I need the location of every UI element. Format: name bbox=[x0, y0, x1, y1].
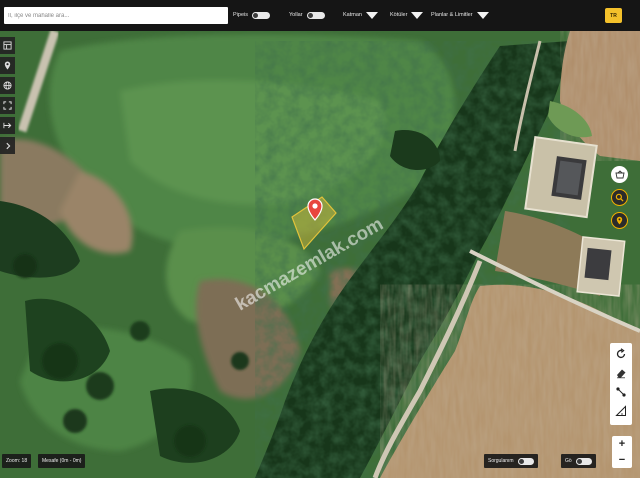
fullscreen-icon[interactable] bbox=[0, 97, 15, 114]
distance-label: Mesafe (0m - 0m) bbox=[42, 458, 82, 464]
rotate-icon[interactable] bbox=[615, 347, 627, 365]
gps-icon[interactable] bbox=[0, 57, 15, 74]
chevron-down-icon bbox=[476, 11, 489, 19]
query-toggle-chip[interactable]: Sorgulanım bbox=[484, 454, 538, 468]
view-toggle-label: Gö bbox=[565, 458, 572, 464]
view-toggle-chip[interactable]: Gö bbox=[561, 454, 596, 468]
ruler-icon[interactable] bbox=[615, 404, 627, 422]
query-toggle-label: Sorgulanım bbox=[488, 458, 514, 464]
language-button[interactable]: TR bbox=[605, 8, 622, 23]
dropdown-label: Katman bbox=[343, 12, 362, 18]
filter-label: Pipeis bbox=[233, 12, 248, 18]
chevron-down-icon bbox=[365, 11, 378, 19]
measure-icon[interactable] bbox=[615, 385, 627, 403]
map-canvas[interactable]: kacmazemlak.com bbox=[0, 31, 640, 478]
zoom-level-badge: Zoom: 18 bbox=[2, 454, 32, 468]
search-input[interactable] bbox=[4, 7, 228, 24]
globe-icon[interactable] bbox=[0, 77, 15, 94]
building-compound bbox=[524, 136, 598, 219]
filter-toggle[interactable] bbox=[251, 11, 270, 19]
left-toolbar bbox=[0, 37, 16, 154]
draw-toolbar bbox=[610, 343, 632, 425]
zoom-level-label: Zoom: 18 bbox=[6, 458, 28, 464]
dropdown-layer[interactable]: Katman bbox=[343, 10, 378, 20]
dropdown-label: Kötüler bbox=[390, 12, 408, 18]
dropdown-plans[interactable]: Planlar & Limitler bbox=[431, 10, 489, 20]
location-pin-icon[interactable] bbox=[611, 212, 628, 229]
dropdown-label: Planlar & Limitler bbox=[431, 12, 473, 18]
filter-roads[interactable]: Yollar bbox=[289, 10, 325, 20]
filter-label: Yollar bbox=[289, 12, 303, 18]
zoom-in-button[interactable]: + bbox=[619, 439, 625, 450]
dropdown-bad[interactable]: Kötüler bbox=[390, 10, 424, 20]
route-icon[interactable] bbox=[0, 117, 15, 134]
chevron-down-icon bbox=[411, 11, 424, 19]
search-zoom-icon[interactable] bbox=[611, 189, 628, 206]
eraser-icon[interactable] bbox=[615, 366, 627, 384]
filter-pipes[interactable]: Pipeis bbox=[233, 10, 270, 20]
zoom-controls: + − bbox=[612, 436, 632, 468]
zoom-out-button[interactable]: − bbox=[619, 455, 625, 466]
building-house bbox=[576, 236, 626, 297]
query-toggle[interactable] bbox=[517, 457, 534, 465]
satellite-map[interactable]: kacmazemlak.com bbox=[0, 31, 640, 478]
chevron-right-icon[interactable] bbox=[0, 137, 15, 154]
filter-toggle[interactable] bbox=[306, 11, 325, 19]
top-toolbar: Pipeis Yollar Katman Kötüler Planlar & L… bbox=[0, 0, 640, 31]
layers-icon[interactable] bbox=[0, 37, 15, 54]
view-toggle[interactable] bbox=[575, 457, 592, 465]
basket-icon[interactable] bbox=[611, 166, 628, 183]
distance-badge: Mesafe (0m - 0m) bbox=[38, 454, 86, 468]
